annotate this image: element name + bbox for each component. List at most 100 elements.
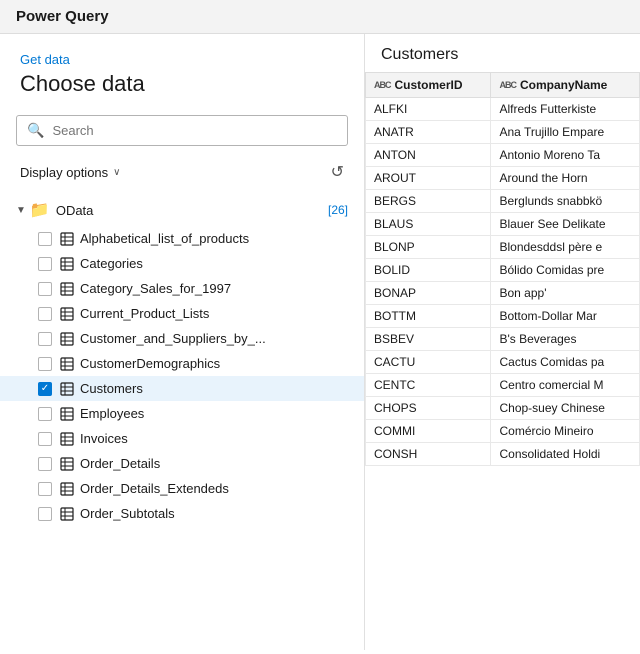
table-name: Order_Subtotals <box>80 506 175 521</box>
table-row[interactable]: CONSHConsolidated Holdi <box>366 443 640 466</box>
refresh-button[interactable]: ↺ <box>327 158 348 186</box>
table-row[interactable]: BOLIDBólido Comidas pre <box>366 259 640 282</box>
company-name-cell: Alfreds Futterkiste <box>491 98 640 121</box>
table-items-container: Alphabetical_list_of_products Categories… <box>0 226 364 526</box>
folder-arrow-icon: ▼ <box>16 205 26 216</box>
table-item[interactable]: Alphabetical_list_of_products <box>0 226 364 251</box>
table-name: Categories <box>80 256 143 271</box>
table-row[interactable]: CHOPSChop-suey Chinese <box>366 397 640 420</box>
refresh-icon: ↺ <box>331 164 344 181</box>
table-name: Alphabetical_list_of_products <box>80 231 249 246</box>
display-options-row: Display options ∨ ↺ <box>0 154 364 194</box>
customer-id-cell: CENTC <box>366 374 491 397</box>
company-name-cell: Bottom-Dollar Mar <box>491 305 640 328</box>
title-bar: Power Query <box>0 0 640 34</box>
folder-icon: 📁 <box>30 200 50 220</box>
data-table-body: ALFKIAlfreds FutterkisteANATRAna Trujill… <box>366 98 640 466</box>
right-panel: Customers ABC CustomerID ABC CompanyName… <box>365 34 640 650</box>
folder-item-odata[interactable]: ▼ 📁 OData [26] <box>0 194 364 226</box>
table-item[interactable]: CustomerDemographics <box>0 351 364 376</box>
table-type-icon <box>60 382 74 396</box>
table-row[interactable]: ANATRAna Trujillo Empare <box>366 121 640 144</box>
get-data-label: Get data <box>20 52 344 67</box>
table-checkbox[interactable] <box>38 232 52 246</box>
table-row[interactable]: BONAPBon app' <box>366 282 640 305</box>
folder-count: [26] <box>328 203 348 217</box>
table-row[interactable]: COMMIComércio Mineiro <box>366 420 640 443</box>
table-item[interactable]: Customers <box>0 376 364 401</box>
table-checkbox[interactable] <box>38 507 52 521</box>
table-checkbox[interactable] <box>38 282 52 296</box>
company-name-cell: Centro comercial M <box>491 374 640 397</box>
data-table-wrapper[interactable]: ABC CustomerID ABC CompanyName ALFKIAlfr… <box>365 72 640 650</box>
table-item[interactable]: Order_Details_Extendeds <box>0 476 364 501</box>
customer-id-cell: CHOPS <box>366 397 491 420</box>
type-icon: ABC <box>499 80 516 90</box>
customer-id-cell: AROUT <box>366 167 491 190</box>
table-name: Order_Details_Extendeds <box>80 481 229 496</box>
column-label: CustomerID <box>395 78 463 92</box>
customer-id-cell: ANTON <box>366 144 491 167</box>
table-checkbox[interactable] <box>38 307 52 321</box>
table-name: Invoices <box>80 431 128 446</box>
table-name: Customer_and_Suppliers_by_... <box>80 331 266 346</box>
left-panel: Get data Choose data 🔍 Display options ∨… <box>0 34 365 650</box>
company-name-cell: B's Beverages <box>491 328 640 351</box>
table-item[interactable]: Order_Details <box>0 451 364 476</box>
table-type-icon <box>60 432 74 446</box>
display-options-button[interactable]: Display options ∨ <box>16 163 124 182</box>
customer-id-cell: CACTU <box>366 351 491 374</box>
customer-id-cell: ALFKI <box>366 98 491 121</box>
company-name-cell: Bólido Comidas pre <box>491 259 640 282</box>
data-table-head: ABC CustomerID ABC CompanyName <box>366 73 640 98</box>
table-row[interactable]: AROUTAround the Horn <box>366 167 640 190</box>
table-item[interactable]: Employees <box>0 401 364 426</box>
table-checkbox[interactable] <box>38 457 52 471</box>
table-item[interactable]: Current_Product_Lists <box>0 301 364 326</box>
table-row[interactable]: CACTUCactus Comidas pa <box>366 351 640 374</box>
table-item[interactable]: Invoices <box>0 426 364 451</box>
search-icon: 🔍 <box>27 122 44 139</box>
table-type-icon <box>60 282 74 296</box>
table-checkbox[interactable] <box>38 482 52 496</box>
table-row[interactable]: ANTONAntonio Moreno Ta <box>366 144 640 167</box>
table-checkbox[interactable] <box>38 357 52 371</box>
table-row[interactable]: CENTCCentro comercial M <box>366 374 640 397</box>
type-icon: ABC <box>374 80 391 90</box>
table-item[interactable]: Category_Sales_for_1997 <box>0 276 364 301</box>
folder-name: OData <box>56 203 328 218</box>
customer-id-cell: BONAP <box>366 282 491 305</box>
table-row[interactable]: ALFKIAlfreds Futterkiste <box>366 98 640 121</box>
company-name-cell: Blondesddsl père e <box>491 236 640 259</box>
search-box[interactable]: 🔍 <box>16 115 348 146</box>
table-checkbox[interactable] <box>38 432 52 446</box>
table-type-icon <box>60 507 74 521</box>
company-name-cell: Chop-suey Chinese <box>491 397 640 420</box>
search-input[interactable] <box>52 123 337 138</box>
table-name: Order_Details <box>80 456 160 471</box>
table-row[interactable]: BLAUSBlauer See Delikate <box>366 213 640 236</box>
table-item[interactable]: Customer_and_Suppliers_by_... <box>0 326 364 351</box>
table-type-icon <box>60 407 74 421</box>
table-item[interactable]: Order_Subtotals <box>0 501 364 526</box>
table-row[interactable]: BOTTMBottom-Dollar Mar <box>366 305 640 328</box>
table-item[interactable]: Categories <box>0 251 364 276</box>
customer-id-cell: BSBEV <box>366 328 491 351</box>
table-checkbox[interactable] <box>38 332 52 346</box>
customer-id-cell: BLAUS <box>366 213 491 236</box>
table-type-icon <box>60 482 74 496</box>
table-checkbox[interactable] <box>38 407 52 421</box>
search-container: 🔍 <box>0 107 364 154</box>
table-checkbox[interactable] <box>38 382 52 396</box>
table-row[interactable]: BSBEVB's Beverages <box>366 328 640 351</box>
table-name: CustomerDemographics <box>80 356 220 371</box>
data-table: ABC CustomerID ABC CompanyName ALFKIAlfr… <box>365 72 640 466</box>
table-checkbox[interactable] <box>38 257 52 271</box>
company-name-cell: Comércio Mineiro <box>491 420 640 443</box>
display-options-label: Display options <box>20 165 108 180</box>
table-row[interactable]: BERGSBerglunds snabbkö <box>366 190 640 213</box>
company-name-cell: Around the Horn <box>491 167 640 190</box>
main-layout: Get data Choose data 🔍 Display options ∨… <box>0 34 640 650</box>
table-row[interactable]: BLONPBlondesddsl père e <box>366 236 640 259</box>
table-name: Customers <box>80 381 143 396</box>
